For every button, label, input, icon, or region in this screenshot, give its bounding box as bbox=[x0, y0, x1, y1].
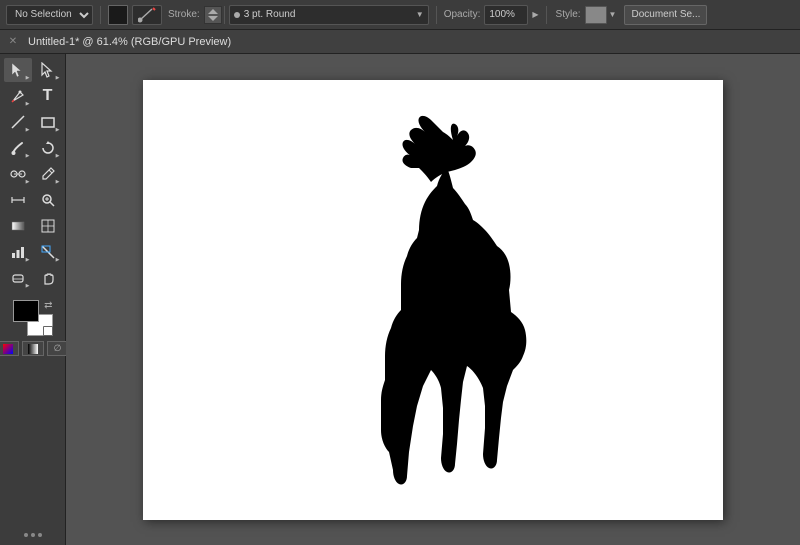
tool-row-5: ▶ ▶ bbox=[4, 162, 62, 186]
brush-size-display[interactable]: 3 pt. Round ▼ bbox=[229, 5, 429, 25]
slice-tri: ▶ bbox=[56, 257, 60, 263]
blend-tri: ▶ bbox=[26, 179, 30, 185]
swatch-section: ⇄ ∅ bbox=[0, 300, 65, 356]
graph-tri: ▶ bbox=[26, 257, 30, 263]
top-toolbar: No Selection Stroke: 3 pt. Round ▼ Opaci… bbox=[0, 0, 800, 30]
mesh-tool[interactable] bbox=[34, 214, 62, 238]
stroke-label: Stroke: bbox=[168, 9, 200, 20]
select-tool[interactable]: ▶ bbox=[4, 58, 32, 82]
dot3 bbox=[38, 533, 42, 537]
separator-2 bbox=[436, 6, 437, 24]
stroke-section: Stroke: bbox=[166, 6, 225, 24]
fill-color[interactable] bbox=[108, 5, 128, 25]
stroke-arrows[interactable] bbox=[204, 6, 222, 24]
rotate-tri: ▶ bbox=[56, 153, 60, 159]
opacity-label: Opacity: bbox=[444, 9, 481, 20]
left-toolbar: ▶ ▶ ▶ T ▶ bbox=[0, 54, 66, 545]
eyedropper-tri: ▶ bbox=[56, 179, 60, 185]
tab-title: Untitled-1* @ 61.4% (RGB/GPU Preview) bbox=[20, 36, 239, 48]
line-tool[interactable]: ▶ bbox=[4, 110, 32, 134]
slice-tool[interactable]: ▶ bbox=[34, 240, 62, 264]
main-area: ▶ ▶ ▶ T ▶ bbox=[0, 54, 800, 545]
tool-row-9: ▶ bbox=[4, 266, 62, 290]
canvas-area[interactable] bbox=[66, 54, 800, 545]
style-caret[interactable]: ▼ bbox=[609, 10, 617, 19]
brush-tool[interactable]: ▶ bbox=[4, 136, 32, 160]
separator-1 bbox=[100, 6, 101, 24]
tool-row-2: ▶ T bbox=[4, 84, 62, 108]
brush-caret: ▼ bbox=[416, 10, 424, 19]
foreground-swatch[interactable] bbox=[13, 300, 39, 322]
opacity-caret[interactable]: ▶ bbox=[532, 10, 538, 19]
style-section: Style: ▼ bbox=[554, 6, 617, 24]
brush-size-value: 3 pt. Round bbox=[244, 9, 296, 20]
graph-tool[interactable]: ▶ bbox=[4, 240, 32, 264]
pen-tri: ▶ bbox=[26, 101, 30, 107]
dot2 bbox=[31, 533, 35, 537]
swap-colors-icon[interactable]: ⇄ bbox=[44, 300, 52, 311]
brush-tri: ▶ bbox=[26, 153, 30, 159]
color-mode-row: ∅ bbox=[0, 341, 69, 356]
more-tools-dots[interactable] bbox=[20, 529, 46, 541]
text-tool[interactable]: T bbox=[34, 84, 62, 108]
rect-tri: ▶ bbox=[56, 127, 60, 133]
style-label: Style: bbox=[556, 9, 581, 20]
pen-tool[interactable]: ▶ bbox=[4, 84, 32, 108]
brush-selector[interactable] bbox=[132, 5, 162, 25]
tab-close-button[interactable]: ✕ bbox=[6, 35, 20, 49]
dot-icon bbox=[234, 12, 240, 18]
tab-bar: ✕ Untitled-1* @ 61.4% (RGB/GPU Preview) bbox=[0, 30, 800, 54]
fg-bg-swatches[interactable]: ⇄ bbox=[13, 300, 53, 336]
direct-select-tri: ▶ bbox=[56, 75, 60, 81]
sep-stroke bbox=[224, 6, 225, 24]
tool-row-6 bbox=[4, 188, 62, 212]
artboard bbox=[143, 80, 723, 520]
gradient-tool[interactable] bbox=[4, 214, 32, 238]
document-setup-button[interactable]: Document Se... bbox=[624, 5, 707, 25]
hand-tool[interactable] bbox=[34, 266, 62, 290]
separator-3 bbox=[546, 6, 547, 24]
gradient-mode-icon[interactable] bbox=[22, 341, 44, 356]
measure-tool[interactable] bbox=[4, 188, 32, 212]
tool-row-8: ▶ ▶ bbox=[4, 240, 62, 264]
rect-tool[interactable]: ▶ bbox=[34, 110, 62, 134]
tool-row-4: ▶ ▶ bbox=[4, 136, 62, 160]
selection-dropdown[interactable]: No Selection bbox=[6, 5, 93, 25]
line-tri: ▶ bbox=[26, 127, 30, 133]
color-mode-icon[interactable] bbox=[0, 341, 19, 356]
default-colors-icon[interactable] bbox=[43, 326, 53, 336]
direct-select-tool[interactable]: ▶ bbox=[34, 58, 62, 82]
eraser-tri: ▶ bbox=[26, 283, 30, 289]
eraser-tool[interactable]: ▶ bbox=[4, 266, 32, 290]
tool-row-1: ▶ ▶ bbox=[4, 58, 62, 82]
zoom-tool[interactable] bbox=[34, 188, 62, 212]
tool-row-3: ▶ ▶ bbox=[4, 110, 62, 134]
opacity-input[interactable] bbox=[484, 5, 528, 25]
deer-silhouette bbox=[313, 110, 593, 500]
select-tri: ▶ bbox=[26, 75, 30, 81]
eyedropper-tool[interactable]: ▶ bbox=[34, 162, 62, 186]
rotate-tool[interactable]: ▶ bbox=[34, 136, 62, 160]
dot1 bbox=[24, 533, 28, 537]
tool-row-7 bbox=[4, 214, 62, 238]
style-swatch[interactable] bbox=[585, 6, 607, 24]
blend-tool[interactable]: ▶ bbox=[4, 162, 32, 186]
